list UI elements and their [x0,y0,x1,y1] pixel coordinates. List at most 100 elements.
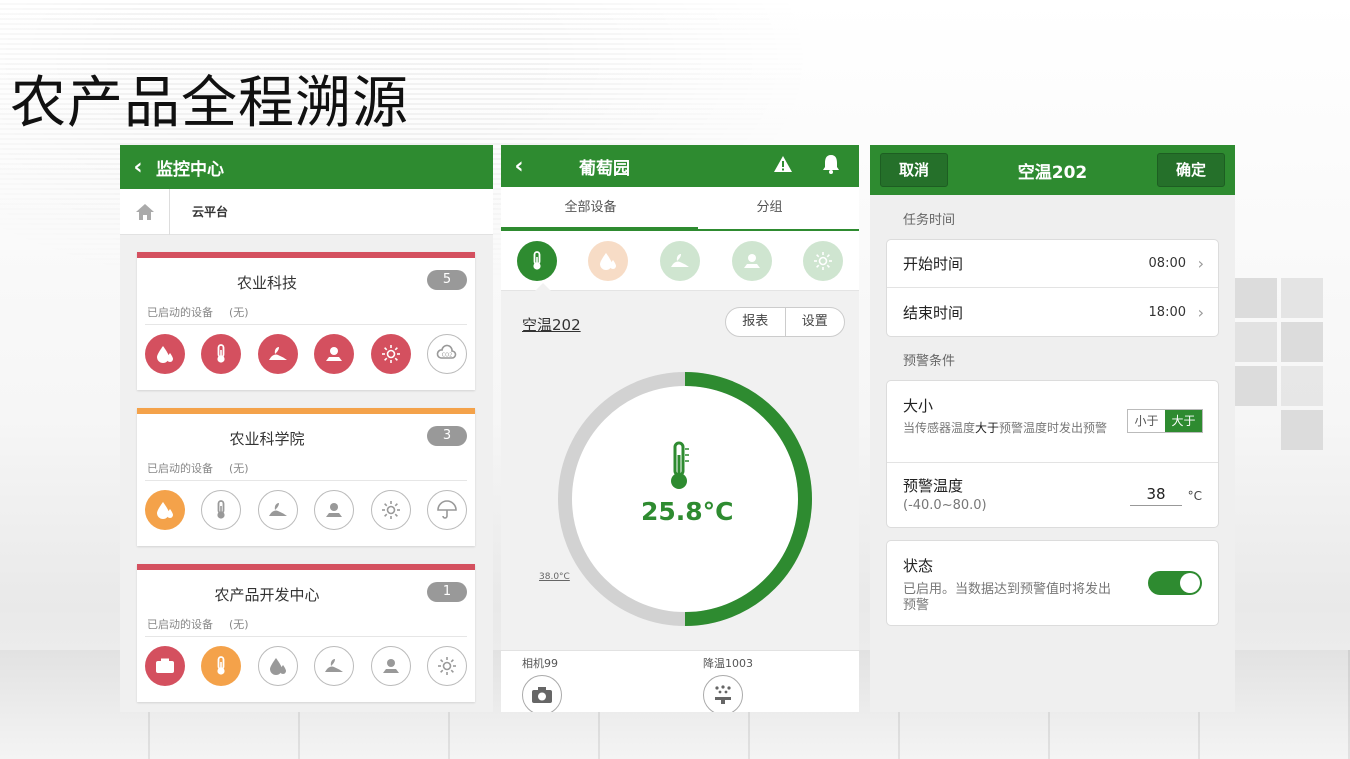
camera-icon [522,675,562,712]
end-time-row[interactable]: 结束时间 18:00 › [887,288,1218,336]
plant-icon[interactable] [314,490,355,530]
alert-temp-unit: °C [1187,489,1202,503]
light-icon[interactable] [370,334,411,374]
divider [145,324,467,325]
less-than-option[interactable]: 小于 [1128,410,1165,432]
bottom-device-label: 相机99 [522,657,558,670]
gauge-value: 25.8°C [641,497,734,526]
org-device-count: 1 [427,582,467,602]
divider [145,480,467,481]
org-name: 农业科技 [236,274,297,292]
plant-icon[interactable] [370,646,411,686]
settings-button[interactable]: 设置 [784,308,845,336]
thermometer-icon[interactable] [201,490,242,530]
water-drop-icon[interactable] [145,490,185,530]
thermometer-icon[interactable] [516,240,557,281]
divider [145,636,467,637]
chevron-left-icon[interactable]: ‹ [120,155,156,180]
time-box: 开始时间 08:00 › 结束时间 18:00 › [886,239,1219,337]
water-drop-icon[interactable] [145,334,185,374]
status-row: 状态 已启用。当数据达到预警值时将发出预警 [887,541,1218,623]
greater-than-option[interactable]: 大于 [1165,410,1202,432]
chevron-right-icon: › [1197,302,1204,322]
vineyard-header: ‹ 葡萄园 [501,145,859,187]
slide-title: 农产品全程溯源 [10,71,409,136]
compare-toggle: 小于 大于 [1127,409,1203,433]
background-tiles [1235,278,1350,488]
org-status-stripe [137,408,475,414]
task-settings-screen: 取消 空温202 确定 任务时间 开始时间 08:00 › 结束时间 18:00… [870,145,1235,712]
soil-icon[interactable] [257,334,298,374]
home-icon[interactable] [120,188,170,235]
light-icon[interactable] [426,646,467,686]
bell-icon[interactable] [821,153,841,179]
status-box: 状态 已启用。当数据达到预警值时将发出预警 [886,540,1219,626]
device-type-row [501,231,859,291]
status-description: 已启用。当数据达到预警值时将发出预警 [903,582,1112,613]
water-drop-icon[interactable] [257,646,298,686]
org-device-count: 3 [427,426,467,446]
end-time-value: 18:00 [1148,304,1186,320]
alert-temp-row: 预警温度 (-40.0~80.0) 38 °C [887,463,1218,527]
org-card[interactable]: 农产品开发中心 1 已启动的设备 (无) [137,564,475,702]
breadcrumb-current[interactable]: 云平台 [170,203,228,220]
org-device-count: 5 [427,270,467,290]
org-device-icons [145,490,467,530]
org-card[interactable]: 农业科技 5 已启动的设备 (无) CO2 [137,252,475,390]
chevron-right-icon: › [1197,254,1204,273]
status-toggle[interactable] [1148,571,1202,595]
thermometer-icon[interactable] [201,646,242,686]
chevron-left-icon[interactable]: ‹ [501,154,537,179]
bottom-device-label: 降温1003 [703,657,753,670]
bottom-device-camera[interactable]: 相机99 [522,655,562,712]
water-drop-icon[interactable] [588,240,629,281]
section-alert-condition: 预警条件 [903,354,956,369]
svg-text:CO2: CO2 [442,353,453,359]
start-time-row[interactable]: 开始时间 08:00 › [887,240,1218,288]
cancel-button[interactable]: 取消 [880,153,948,187]
vineyard-screen: ‹ 葡萄园 全部设备 分组 空温202 报表 设置 25.8°C 38.0°C … [501,145,859,712]
org-status-stripe [137,564,475,570]
tab-all-devices[interactable]: 全部设备 [501,187,680,229]
task-title: 空温202 [1017,162,1088,183]
alert-box: 大小 当传感器温度大于预警温度时发出预警 小于 大于 预警温度 (-40.0~8… [886,380,1219,528]
org-active-devices: 已启动的设备 (无) [147,618,249,631]
org-card[interactable]: 农业科学院 3 已启动的设备 (无) [137,408,475,546]
monitor-header: ‹ 监控中心 [120,145,493,189]
device-bottom-bar: 相机99 降温1003 [501,650,859,712]
alert-temp-input[interactable]: 38 [1130,485,1182,506]
start-time-label: 开始时间 [903,255,964,273]
plant-icon[interactable] [314,334,355,374]
thermometer-icon[interactable] [201,334,242,374]
soil-icon[interactable] [257,490,298,530]
start-time-value: 08:00 [1148,256,1186,271]
end-time-label: 结束时间 [903,303,964,322]
alert-temp-range: (-40.0~80.0) [903,498,987,513]
tab-groups[interactable]: 分组 [680,187,859,229]
device-tabs: 全部设备 分组 [501,187,859,231]
plant-icon[interactable] [731,240,772,281]
gauge-limit: 38.0°C [539,572,570,582]
bottom-device-cooling[interactable]: 降温1003 [703,655,753,712]
light-icon[interactable] [803,240,844,281]
umbrella-icon[interactable] [426,490,467,530]
compare-description: 当传感器温度大于预警温度时发出预警 [903,421,1108,435]
device-name[interactable]: 空温202 [522,314,581,335]
monitor-title: 监控中心 [156,159,224,180]
org-active-devices: 已启动的设备 (无) [147,306,249,319]
warning-icon[interactable] [773,155,793,177]
soil-icon[interactable] [659,240,700,281]
selection-caret [535,283,551,291]
org-active-devices: 已启动的设备 (无) [147,462,249,475]
co2-icon[interactable]: CO2 [426,334,467,374]
confirm-button[interactable]: 确定 [1157,153,1225,187]
device-actions: 报表 设置 [725,307,845,337]
org-status-stripe [137,252,475,258]
vineyard-title: 葡萄园 [579,158,630,179]
report-button[interactable]: 报表 [726,308,785,336]
org-device-icons [145,646,467,686]
org-device-icons: CO2 [145,334,467,374]
light-icon[interactable] [370,490,411,530]
camera-icon[interactable] [145,646,185,686]
soil-icon[interactable] [314,646,355,686]
